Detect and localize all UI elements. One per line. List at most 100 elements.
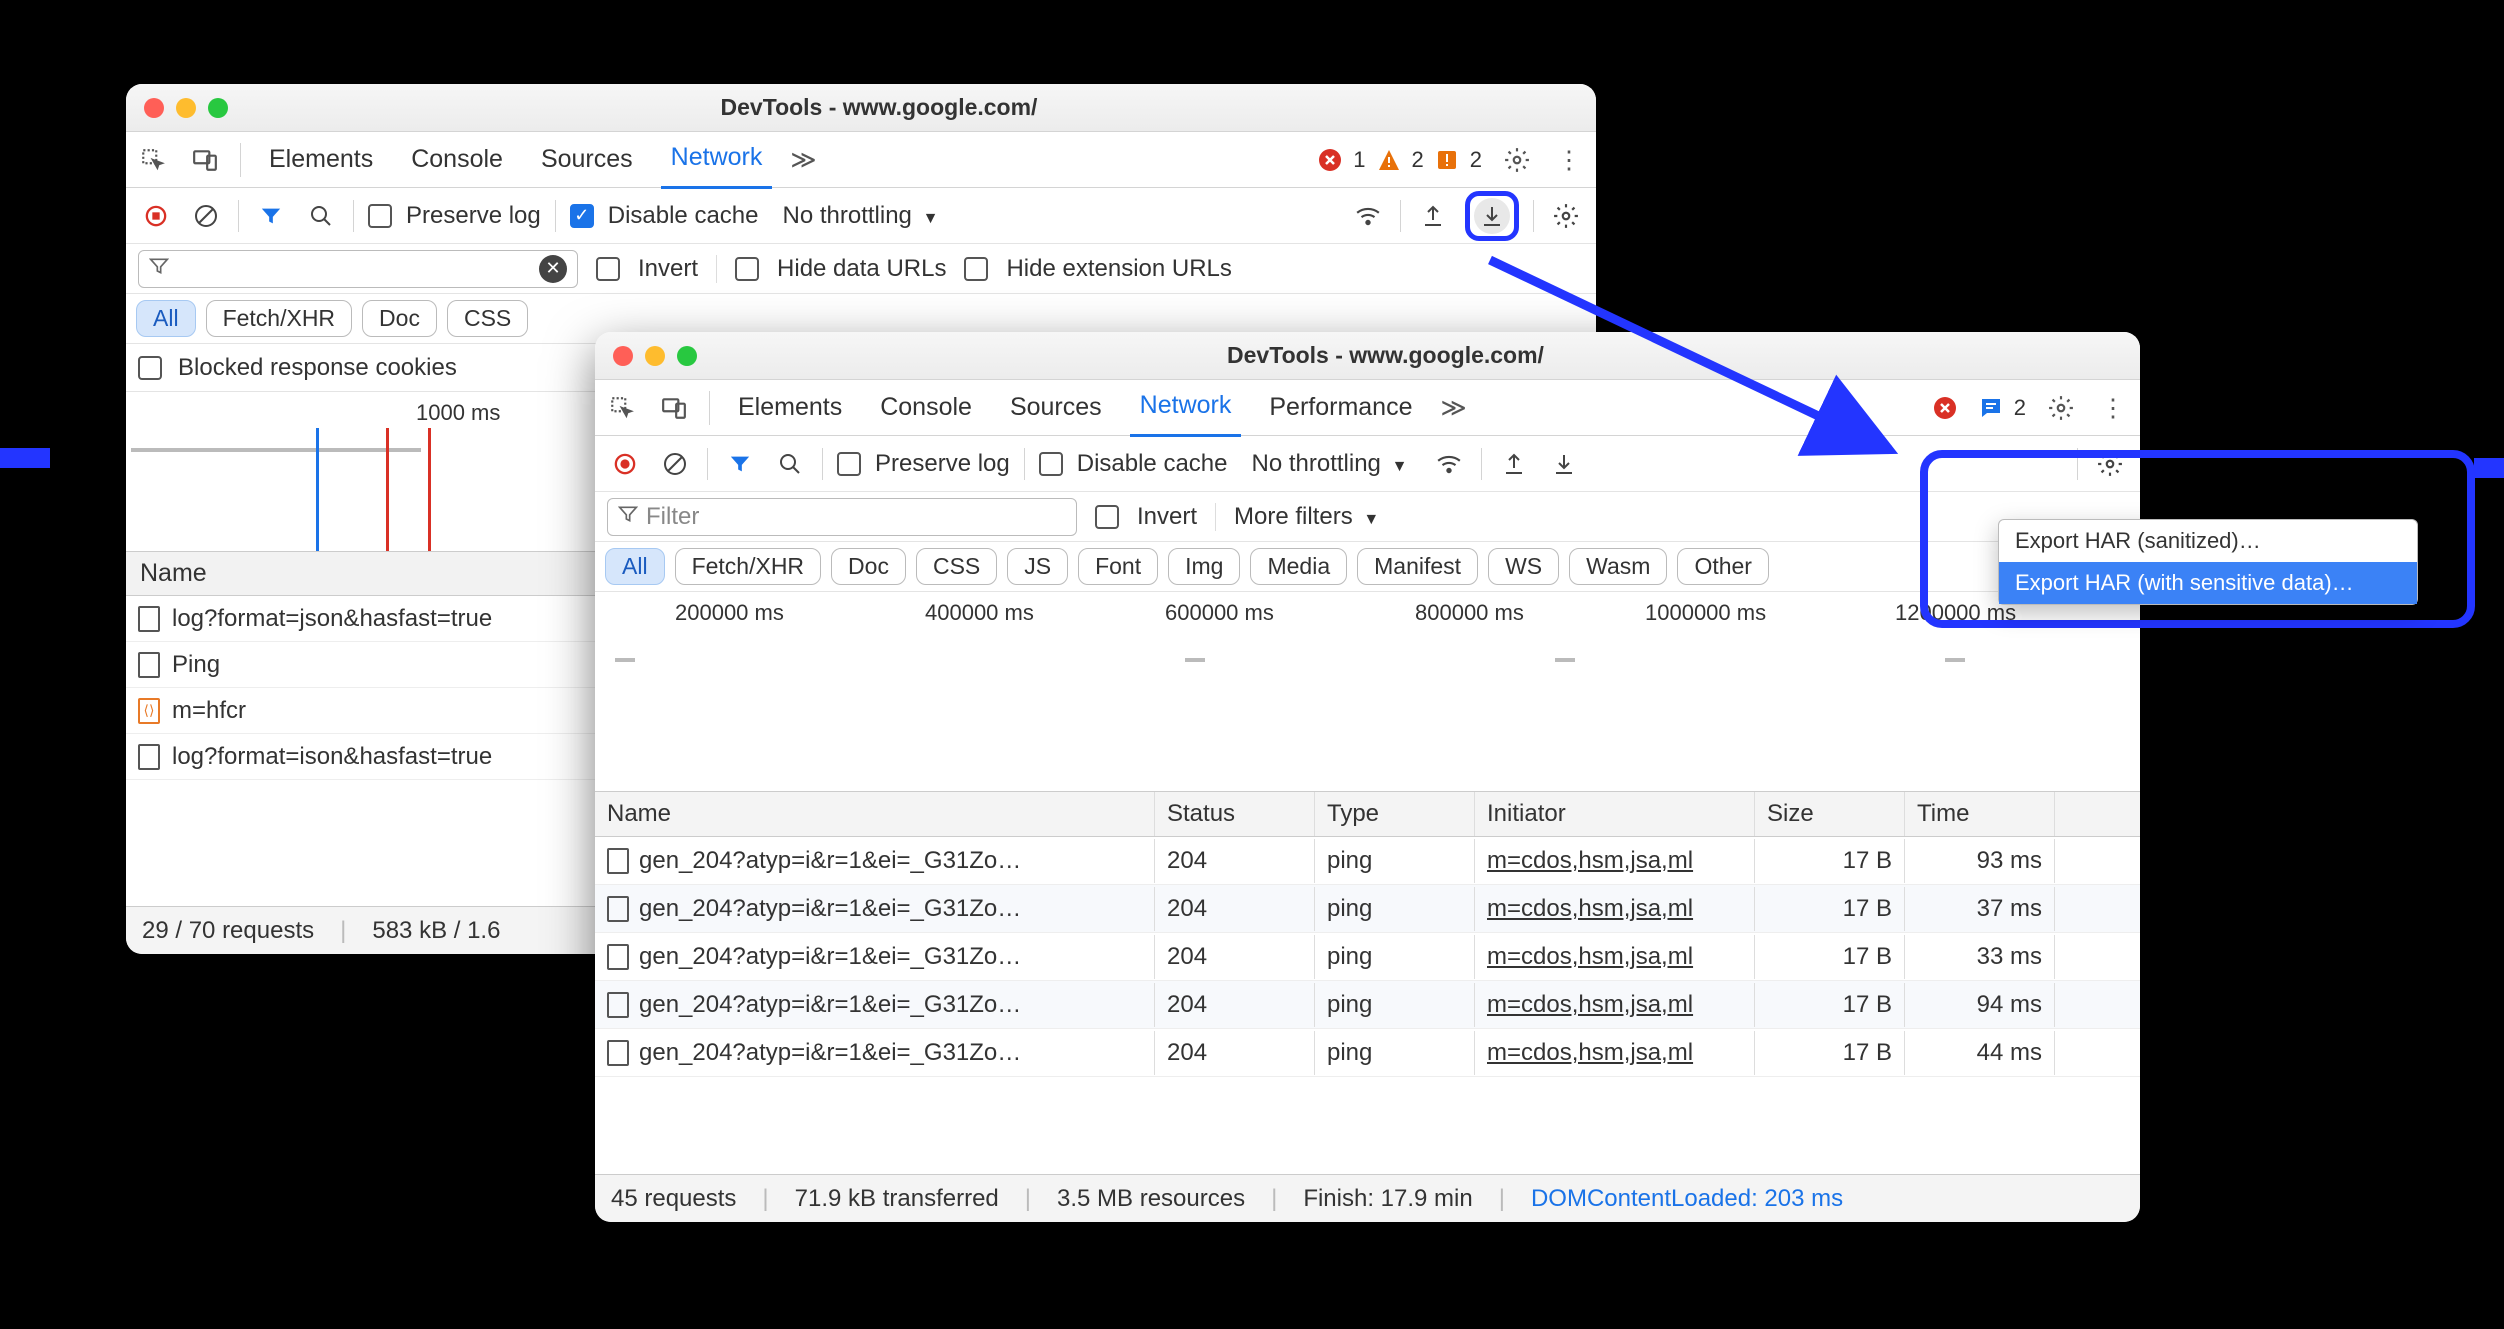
upload-icon[interactable] <box>1415 198 1451 234</box>
disable-cache-checkbox[interactable]: ✓ <box>570 204 594 228</box>
tab-elements[interactable]: Elements <box>259 133 383 186</box>
clear-button[interactable] <box>657 446 693 482</box>
tab-console[interactable]: Console <box>401 133 513 186</box>
request-row[interactable]: gen_204?atyp=i&r=1&ei=_G31Zo… 204pingm=c… <box>595 933 2140 981</box>
more-tabs-icon[interactable]: ≫ <box>1440 393 1466 423</box>
more-icon[interactable]: ⋮ <box>1552 143 1586 177</box>
throttling-select[interactable]: No throttling ▼ <box>782 202 938 230</box>
dcl-line <box>316 428 319 551</box>
blocked-cookies-checkbox[interactable] <box>138 356 162 380</box>
filter-input[interactable]: Filter <box>607 498 1077 536</box>
request-row[interactable]: gen_204?atyp=i&r=1&ei=_G31Zo… 204pingm=c… <box>595 981 2140 1029</box>
col-time[interactable]: Time <box>1905 792 2055 836</box>
preserve-log-checkbox[interactable] <box>837 452 861 476</box>
pill-fetch[interactable]: Fetch/XHR <box>206 300 352 337</box>
zoom-dot[interactable] <box>677 346 697 366</box>
pill-css[interactable]: CSS <box>447 300 528 337</box>
record-button[interactable] <box>607 446 643 482</box>
col-type[interactable]: Type <box>1315 792 1475 836</box>
close-dot[interactable] <box>613 346 633 366</box>
network-settings-icon[interactable] <box>2092 446 2128 482</box>
settings-icon[interactable] <box>1500 143 1534 177</box>
waterfall-seg <box>1185 658 1205 662</box>
tick: 200000 ms <box>675 600 784 626</box>
filter-input[interactable]: ✕ <box>138 250 578 288</box>
network-settings-icon[interactable] <box>1548 198 1584 234</box>
wifi-icon[interactable] <box>1431 446 1467 482</box>
search-icon[interactable] <box>303 198 339 234</box>
pill-img[interactable]: Img <box>1168 548 1240 585</box>
pill-media[interactable]: Media <box>1250 548 1347 585</box>
more-tabs-icon[interactable]: ≫ <box>790 145 816 175</box>
invert-checkbox[interactable] <box>1095 505 1119 529</box>
download-icon[interactable] <box>1546 446 1582 482</box>
export-har-sanitized[interactable]: Export HAR (sanitized)… <box>1999 520 2417 562</box>
settings-icon[interactable] <box>2044 391 2078 425</box>
overview-timeline[interactable]: 200000 ms 400000 ms 600000 ms 800000 ms … <box>595 592 2140 792</box>
col-initiator[interactable]: Initiator <box>1475 792 1755 836</box>
clear-button[interactable] <box>188 198 224 234</box>
console-badges[interactable]: 1 2 2 <box>1317 147 1482 173</box>
pill-ws[interactable]: WS <box>1488 548 1559 585</box>
device-icon[interactable] <box>657 391 691 425</box>
tab-network[interactable]: Network <box>661 131 773 189</box>
tab-console[interactable]: Console <box>870 381 982 434</box>
pill-all[interactable]: All <box>605 548 665 585</box>
upload-icon[interactable] <box>1496 446 1532 482</box>
titlebar: DevTools - www.google.com/ <box>126 84 1596 132</box>
hide-data-checkbox[interactable] <box>735 257 759 281</box>
pill-js[interactable]: JS <box>1007 548 1068 585</box>
invert-label: Invert <box>638 255 698 283</box>
device-icon[interactable] <box>188 143 222 177</box>
close-dot[interactable] <box>144 98 164 118</box>
filter-toggle-icon[interactable] <box>253 198 289 234</box>
tab-sources[interactable]: Sources <box>1000 381 1112 434</box>
pill-doc[interactable]: Doc <box>831 548 906 585</box>
minimize-dot[interactable] <box>176 98 196 118</box>
pill-other[interactable]: Other <box>1677 548 1769 585</box>
record-button[interactable] <box>138 198 174 234</box>
more-icon[interactable]: ⋮ <box>2096 391 2130 425</box>
tick: 1200000 ms <box>1895 600 2016 626</box>
pill-css[interactable]: CSS <box>916 548 997 585</box>
col-name[interactable]: Name <box>595 792 1155 836</box>
wifi-icon[interactable] <box>1350 198 1386 234</box>
invert-checkbox[interactable] <box>596 257 620 281</box>
request-row[interactable]: gen_204?atyp=i&r=1&ei=_G31Zo… 204pingm=c… <box>595 837 2140 885</box>
pill-all[interactable]: All <box>136 300 196 337</box>
pill-fetch[interactable]: Fetch/XHR <box>675 548 821 585</box>
filter-toggle-icon[interactable] <box>722 446 758 482</box>
hide-ext-checkbox[interactable] <box>964 257 988 281</box>
tab-sources[interactable]: Sources <box>531 133 643 186</box>
more-filters-dropdown[interactable]: More filters ▼ <box>1234 503 1379 531</box>
console-badges[interactable]: 2 <box>1932 395 2026 421</box>
dcl-time: DOMContentLoaded: 203 ms <box>1531 1185 1843 1213</box>
chevron-down-icon: ▼ <box>1363 511 1379 528</box>
error-icon <box>1932 395 1958 421</box>
pill-wasm[interactable]: Wasm <box>1569 548 1667 585</box>
download-icon[interactable] <box>1474 198 1510 234</box>
pill-doc[interactable]: Doc <box>362 300 437 337</box>
doc-icon <box>607 1040 629 1066</box>
inspect-icon[interactable] <box>136 143 170 177</box>
tab-performance[interactable]: Performance <box>1259 381 1422 434</box>
tab-network[interactable]: Network <box>1130 379 1242 437</box>
search-icon[interactable] <box>772 446 808 482</box>
col-size[interactable]: Size <box>1755 792 1905 836</box>
throttling-select[interactable]: No throttling ▼ <box>1251 450 1407 478</box>
export-har-sensitive[interactable]: Export HAR (with sensitive data)… <box>1999 562 2417 604</box>
col-status[interactable]: Status <box>1155 792 1315 836</box>
clear-filter-icon[interactable]: ✕ <box>539 255 567 283</box>
traffic-lights <box>144 98 228 118</box>
timeline-tick: 1000 ms <box>416 400 500 426</box>
inspect-icon[interactable] <box>605 391 639 425</box>
zoom-dot[interactable] <box>208 98 228 118</box>
preserve-log-checkbox[interactable] <box>368 204 392 228</box>
pill-font[interactable]: Font <box>1078 548 1158 585</box>
pill-manifest[interactable]: Manifest <box>1357 548 1478 585</box>
request-row[interactable]: gen_204?atyp=i&r=1&ei=_G31Zo… 204pingm=c… <box>595 1029 2140 1077</box>
minimize-dot[interactable] <box>645 346 665 366</box>
request-row[interactable]: gen_204?atyp=i&r=1&ei=_G31Zo… 204pingm=c… <box>595 885 2140 933</box>
tab-elements[interactable]: Elements <box>728 381 852 434</box>
disable-cache-checkbox[interactable] <box>1039 452 1063 476</box>
